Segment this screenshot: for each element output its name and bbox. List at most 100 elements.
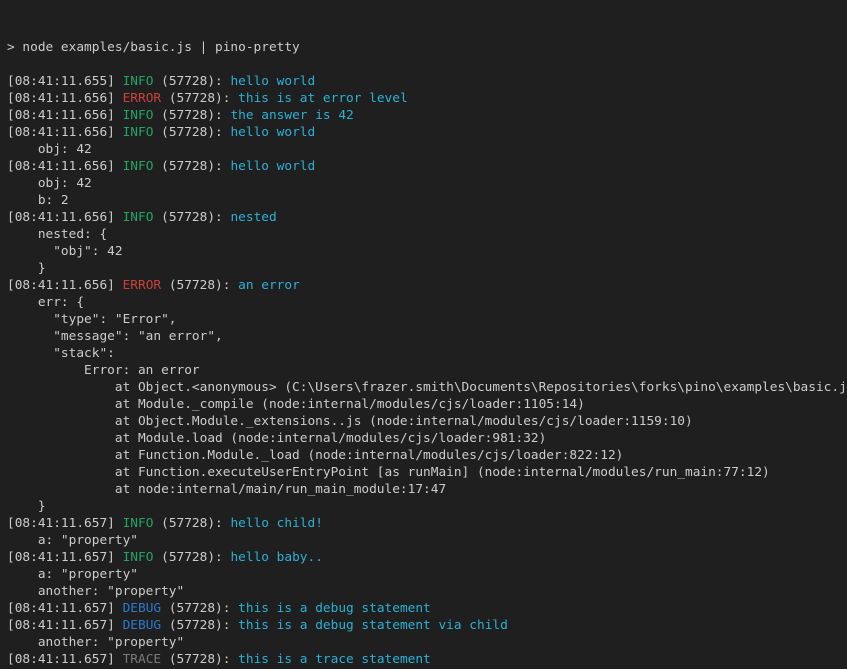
log-text: a: "property" [7,533,138,548]
log-line: [08:41:11.657] DEBUG (57728): this is a … [7,600,847,617]
stack-line: at Object.Module._extensions..js (node:i… [7,413,847,430]
stack-line: at Object.<anonymous> (C:\Users\frazer.s… [7,379,847,396]
log-text: [08:41:11.657] [7,652,123,667]
property-line: another: "property" [7,634,847,651]
log-message: hello world [230,159,315,174]
stack-line: at Function.Module._load (node:internal/… [7,447,847,464]
log-text: (57728): [161,91,238,106]
log-text: a: "property" [7,567,138,582]
property-line: obj: 42 [7,175,847,192]
property-line: a: "property" [7,566,847,583]
terminal-output: > node examples/basic.js | pino-pretty [… [7,39,847,669]
log-line: [08:41:11.656] INFO (57728): nested [7,209,847,226]
stack-line: at Module.load (node:internal/modules/cj… [7,430,847,447]
log-text: (57728): [153,108,230,123]
log-text: err: { [7,295,84,310]
log-message: this is at error level [238,91,408,106]
log-text: (57728): [153,516,230,531]
log-text: b: 2 [7,193,69,208]
log-text: [08:41:11.657] [7,550,123,565]
log-text: [08:41:11.657] [7,618,123,633]
property-line: a: "property" [7,532,847,549]
log-text: > node examples/basic.js | pino-pretty [7,40,300,55]
log-message: this is a debug statement via child [238,618,508,633]
log-text: (57728): [161,278,238,293]
property-line: b: 2 [7,192,847,209]
log-text: obj: 42 [7,142,92,157]
log-text: obj: 42 [7,176,92,191]
log-text: at node:internal/main/run_main_module:17… [7,482,446,497]
log-line: [08:41:11.657] TRACE (57728): this is a … [7,651,847,668]
log-line: [08:41:11.656] ERROR (57728): an error [7,277,847,294]
log-message: hello world [230,125,315,140]
log-text: at Function.executeUserEntryPoint [as ru… [7,465,770,480]
log-level-error: ERROR [123,278,162,293]
log-level-info: INFO [123,550,154,565]
log-level-info: INFO [123,159,154,174]
log-line: [08:41:11.656] INFO (57728): hello world [7,124,847,141]
log-text: "obj": 42 [7,244,123,259]
log-text: at Module._compile (node:internal/module… [7,397,585,412]
log-text: (57728): [153,210,230,225]
property-line: "type": "Error", [7,311,847,328]
log-text: [08:41:11.655] [7,74,123,89]
log-text: [08:41:11.656] [7,278,123,293]
stack-line: at node:internal/main/run_main_module:17… [7,481,847,498]
log-line: [08:41:11.656] ERROR (57728): this is at… [7,90,847,107]
log-message: this is a debug statement [238,601,431,616]
log-text: } [7,499,46,514]
log-line: [08:41:11.657] INFO (57728): hello child… [7,515,847,532]
log-level-trace: TRACE [123,652,162,667]
log-message: the answer is 42 [230,108,353,123]
log-text: (57728): [153,125,230,140]
log-text: another: "property" [7,584,184,599]
log-level-info: INFO [123,125,154,140]
log-level-debug: DEBUG [123,601,162,616]
log-line: [08:41:11.657] DEBUG (57728): this is a … [7,617,847,634]
log-level-info: INFO [123,516,154,531]
log-message: hello child! [230,516,322,531]
log-line: [08:41:11.655] INFO (57728): hello world [7,73,847,90]
log-message: hello baby.. [230,550,322,565]
log-text: [08:41:11.656] [7,125,123,140]
log-level-info: INFO [123,210,154,225]
log-line: [08:41:11.656] INFO (57728): the answer … [7,107,847,124]
log-text: at Module.load (node:internal/modules/cj… [7,431,546,446]
log-text: "type": "Error", [7,312,177,327]
log-level-debug: DEBUG [123,618,162,633]
log-text: (57728): [161,618,238,633]
stack-line: at Function.executeUserEntryPoint [as ru… [7,464,847,481]
log-text: at Function.Module._load (node:internal/… [7,448,623,463]
log-text: } [7,261,46,276]
command-line: > node examples/basic.js | pino-pretty [7,39,847,56]
log-text: at Object.<anonymous> (C:\Users\frazer.s… [7,380,847,395]
stack-line: at Module._compile (node:internal/module… [7,396,847,413]
property-line: obj: 42 [7,141,847,158]
property-line: err: { [7,294,847,311]
log-text: [08:41:11.656] [7,210,123,225]
log-text: [08:41:11.656] [7,108,123,123]
property-line: another: "property" [7,583,847,600]
log-text: nested: { [7,227,107,242]
terminal: > node examples/basic.js | pino-pretty [… [0,0,847,669]
log-text: [08:41:11.657] [7,516,123,531]
log-message: an error [238,278,300,293]
log-text: (57728): [153,74,230,89]
log-line: [08:41:11.657] INFO (57728): hello baby.… [7,549,847,566]
log-text: "message": "an error", [7,329,223,344]
log-text: "stack": [7,346,115,361]
log-line: [08:41:11.656] INFO (57728): hello world [7,158,847,175]
property-line: } [7,498,847,515]
stack-line: Error: an error [7,362,847,379]
log-level-error: ERROR [123,91,162,106]
log-text: (57728): [161,601,238,616]
log-text: Error: an error [7,363,200,378]
log-text: (57728): [153,550,230,565]
property-line: "message": "an error", [7,328,847,345]
log-text: [08:41:11.656] [7,159,123,174]
blank-line [7,56,847,73]
log-text: at Object.Module._extensions..js (node:i… [7,414,693,429]
log-level-info: INFO [123,108,154,123]
property-line: nested: { [7,226,847,243]
property-line: "obj": 42 [7,243,847,260]
